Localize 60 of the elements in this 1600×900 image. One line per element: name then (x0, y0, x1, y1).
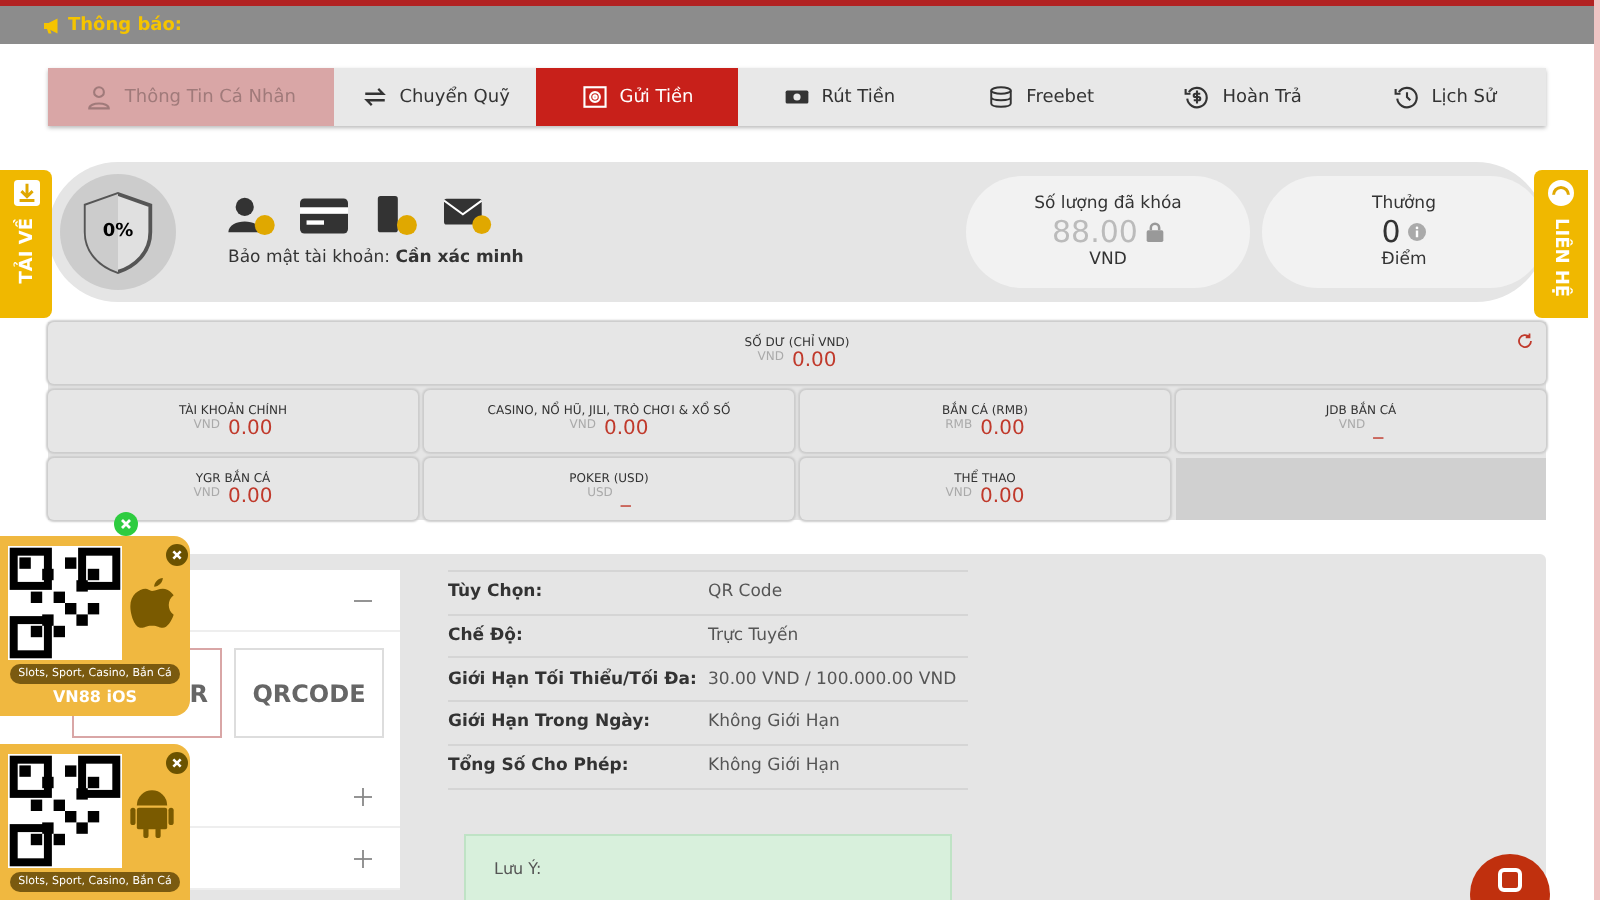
detail-value: Trực Tuyến (708, 626, 799, 647)
locked-label: Số lượng đã khóa (1034, 194, 1182, 214)
detail-label: Chế Độ: (448, 626, 525, 647)
detail-value: Không Giới Hạn (708, 712, 840, 733)
tab[interactable]: Gửi Tiền (536, 68, 739, 126)
mail-coin-icon (444, 196, 492, 236)
user-icon (86, 84, 113, 110)
balance-amount: 0.00 (791, 349, 837, 371)
detail-label: Tùy Chọn: (448, 582, 545, 603)
detail-label: Giới Hạn Tối Thiểu/Tối Đa: (448, 669, 699, 690)
tab[interactable]: Rút Tiền (738, 68, 941, 126)
megaphone-icon (44, 17, 62, 33)
detail-value: 30.00 VND / 100.000.00 VND (708, 669, 957, 690)
tab[interactable]: Chuyển Quỹ (334, 68, 537, 126)
detail-value: QR Code (708, 582, 783, 603)
tab[interactable]: Hoàn Trả (1142, 68, 1345, 126)
info-icon (1408, 222, 1427, 242)
close-icon[interactable] (165, 752, 187, 774)
tab[interactable]: Freebet (940, 68, 1143, 126)
safe-icon (581, 84, 608, 110)
wallet-amount: 0.00 (227, 417, 273, 439)
clock-icon (1393, 84, 1420, 110)
wallet-amount: _ (620, 485, 631, 507)
note-title: Lưu Ý: (494, 859, 542, 878)
qr-code-drawing (7, 546, 121, 660)
payment-option[interactable]: QRCODE (234, 648, 384, 738)
wallet-amount: 0.00 (980, 417, 1025, 439)
chat-icon (1496, 866, 1524, 894)
transfer-icon (361, 84, 388, 110)
shield-icon (80, 190, 156, 274)
user-coin-icon (228, 196, 276, 236)
reward-value: 0 (1381, 214, 1401, 250)
coins-icon (988, 84, 1015, 110)
wallet-amount: _ (1373, 417, 1384, 439)
wallet-amount: 0.00 (979, 485, 1025, 507)
refresh-icon[interactable] (1516, 332, 1534, 350)
wallet-amount: 0.00 (603, 417, 649, 439)
phone-coin-icon (372, 196, 420, 236)
notice-label: Thông báo: (68, 15, 183, 35)
lock-icon (1145, 222, 1164, 242)
close-icon[interactable] (165, 544, 187, 566)
android-icon (129, 785, 173, 837)
app-name: VN88 iOS (52, 688, 138, 706)
wallet-amount: 0.00 (227, 485, 273, 507)
locked-unit: VND (1089, 250, 1127, 270)
reward-label: Thưởng (1372, 194, 1436, 214)
card-icon (300, 196, 348, 236)
qr-code-drawing (7, 754, 121, 868)
detail-label: Tổng Số Cho Phép: (448, 756, 631, 777)
detail-value: Không Giới Hạn (708, 756, 840, 777)
reward-unit: Điểm (1381, 250, 1427, 270)
apple-icon (129, 577, 173, 629)
detail-label: Giới Hạn Trong Ngày: (448, 712, 653, 733)
tab[interactable]: Lịch Sử (1344, 68, 1546, 126)
security-percent: 0% (102, 222, 134, 242)
security-status: Bảo mật tài khoản: Cần xác minh (228, 248, 524, 268)
dollar-circle-icon (1184, 84, 1211, 110)
plus-icon (354, 849, 372, 867)
plus-icon (354, 787, 372, 805)
download-icon (13, 180, 39, 206)
